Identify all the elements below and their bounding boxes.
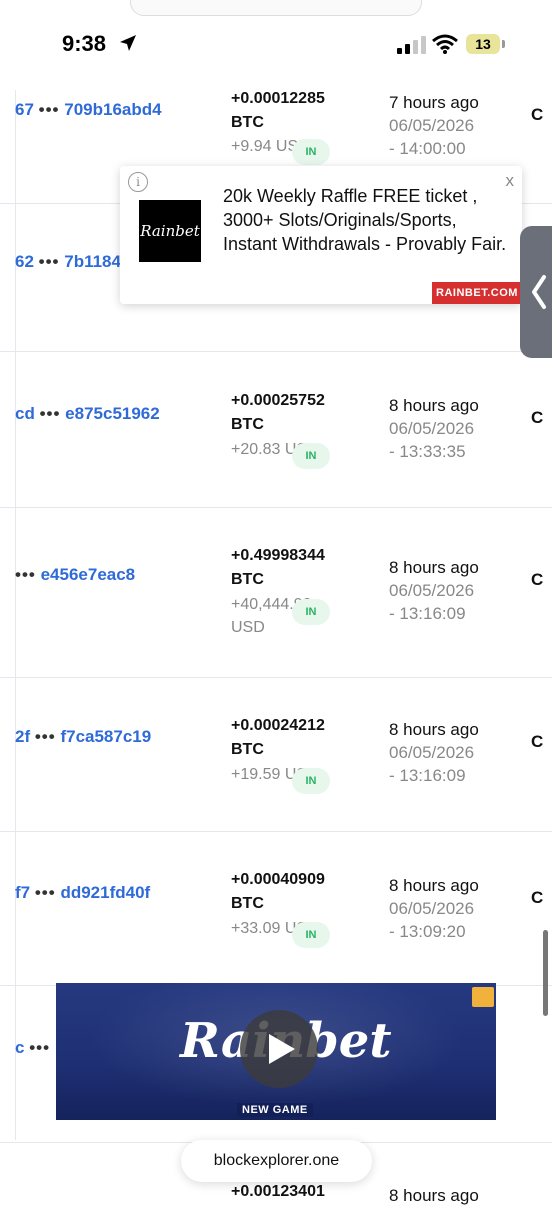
next-column-edge: C <box>531 570 544 589</box>
tx-amount: +0.00024212 BTC <box>231 717 325 758</box>
tx-time: 8 hours ago 06/05/2026- 13:16:09 <box>389 558 479 623</box>
cellular-signal-icon <box>397 36 426 54</box>
battery-icon: 13 <box>466 34 500 54</box>
tx-hash-link[interactable]: f7 ••• dd921fd40f <box>15 883 150 903</box>
direction-badge: IN <box>292 443 330 469</box>
address-bar[interactable]: blockexplorer.one <box>181 1140 372 1182</box>
tx-amount: +0.00025752 BTC <box>231 392 325 433</box>
ad-text[interactable]: 20k Weekly Raffle FREE ticket , 3000+ Sl… <box>223 184 508 256</box>
next-column-edge: C <box>531 408 544 427</box>
tx-hash-link[interactable]: 67 ••• 709b16abd4 <box>15 100 162 120</box>
tx-time: 8 hours ago 06/05/2026- 13:33:35 <box>389 396 479 461</box>
tx-hash-link[interactable]: 62 ••• 7b1184 <box>15 252 121 272</box>
chevron-left-icon <box>532 275 546 309</box>
side-panel-handle[interactable] <box>520 226 552 358</box>
chevron-down-icon <box>393 0 419 1</box>
tx-amount: +0.49998344 BTC <box>231 547 325 588</box>
tx-time: 7 hours ago 06/05/2026- 14:00:00 <box>389 93 479 158</box>
video-ad-tag: NEW GAME <box>237 1103 313 1117</box>
tx-hash-link[interactable]: 2f ••• f7ca587c19 <box>15 727 151 747</box>
ad-brand-label[interactable]: RAINBET.COM <box>432 282 522 304</box>
location-arrow-icon <box>120 35 136 51</box>
battery-nub <box>502 40 505 48</box>
play-button[interactable] <box>240 1010 318 1088</box>
next-column-edge: C <box>531 732 544 751</box>
direction-badge: IN <box>292 139 330 165</box>
next-column-edge: C <box>531 105 544 124</box>
ad-logo[interactable]: Rainbet <box>139 200 201 262</box>
tx-time: 8 hours ago <box>389 1186 479 1205</box>
table-row: f7 ••• dd921fd40f +0.00040909 BTC +33.09 … <box>0 831 552 986</box>
tx-time: 8 hours ago 06/05/2026- 13:09:20 <box>389 876 479 941</box>
tx-hash-link[interactable]: c ••• <box>15 1038 50 1058</box>
play-icon <box>269 1034 295 1064</box>
tx-time: 8 hours ago 06/05/2026- 13:16:09 <box>389 720 479 785</box>
tx-hash-link[interactable]: cd ••• e875c51962 <box>15 404 160 424</box>
tx-hash-link[interactable]: ••• e456e7eac8 <box>15 565 135 585</box>
wifi-icon <box>432 34 458 54</box>
table-row: 2f ••• f7ca587c19 +0.00024212 BTC +19.59 … <box>0 677 552 832</box>
collapsed-toolbar[interactable] <box>130 0 422 16</box>
next-column-edge: C <box>531 888 544 907</box>
direction-badge: IN <box>292 599 330 625</box>
status-time: 9:38 <box>62 31 107 56</box>
ad-banner[interactable]: i x Rainbet 20k Weekly Raffle FREE ticke… <box>120 166 522 304</box>
video-ad[interactable]: Rainbet NEW GAME <box>56 983 496 1120</box>
tx-amount: +0.00123401 <box>231 1183 325 1200</box>
table-row: cd ••• e875c51962 +0.00025752 BTC +20.83 … <box>0 351 552 508</box>
table-row: ••• e456e7eac8 +0.49998344 BTC +40,444.90… <box>0 507 552 678</box>
status-bar: 9:38 13 <box>0 0 552 90</box>
ad-mascot-icon <box>472 987 494 1007</box>
scrollbar-thumb[interactable] <box>543 930 548 1016</box>
tx-amount: +0.00040909 BTC <box>231 871 325 912</box>
tx-amount: +0.00012285 BTC <box>231 90 325 131</box>
direction-badge: IN <box>292 768 330 794</box>
info-icon[interactable]: i <box>128 172 148 192</box>
direction-badge: IN <box>292 922 330 948</box>
